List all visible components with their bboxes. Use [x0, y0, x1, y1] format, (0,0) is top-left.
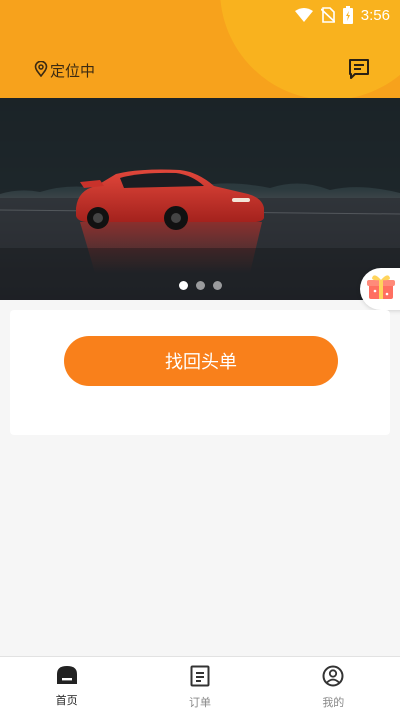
order-icon — [190, 665, 210, 691]
header: 3:56 定位中 — [0, 0, 400, 98]
status-time: 3:56 — [360, 6, 390, 24]
nav-profile-label: 我的 — [322, 696, 345, 709]
carousel-dots — [0, 281, 400, 290]
message-icon — [348, 59, 370, 84]
nav-orders-label: 订单 — [188, 696, 211, 709]
message-button[interactable] — [348, 58, 370, 84]
home-icon — [56, 665, 78, 689]
carousel-dot[interactable] — [178, 281, 188, 290]
retrieve-order-button[interactable]: 找回头单 — [64, 336, 338, 386]
battery-icon — [342, 6, 353, 24]
banner-image — [0, 98, 400, 300]
nav-home[interactable]: 首页 — [0, 657, 133, 712]
location-pin-icon — [34, 60, 48, 81]
nav-home-label: 首页 — [55, 694, 78, 707]
location-button[interactable]: 定位中 — [34, 60, 95, 81]
gift-button[interactable] — [360, 268, 400, 310]
wifi-icon — [294, 8, 313, 22]
banner-carousel[interactable] — [0, 98, 400, 300]
nav-profile[interactable]: 我的 — [267, 657, 400, 712]
nav-orders[interactable]: 订单 — [133, 657, 266, 712]
carousel-dot[interactable] — [195, 281, 205, 290]
carousel-dot[interactable] — [212, 281, 222, 290]
action-card: 找回头单 — [10, 310, 390, 435]
bottom-nav: 首页 订单 我的 — [0, 656, 400, 712]
location-label: 定位中 — [50, 62, 96, 80]
gift-icon — [366, 273, 396, 305]
status-bar: 3:56 — [0, 0, 400, 30]
no-sim-icon — [320, 7, 335, 23]
profile-icon — [322, 665, 344, 691]
